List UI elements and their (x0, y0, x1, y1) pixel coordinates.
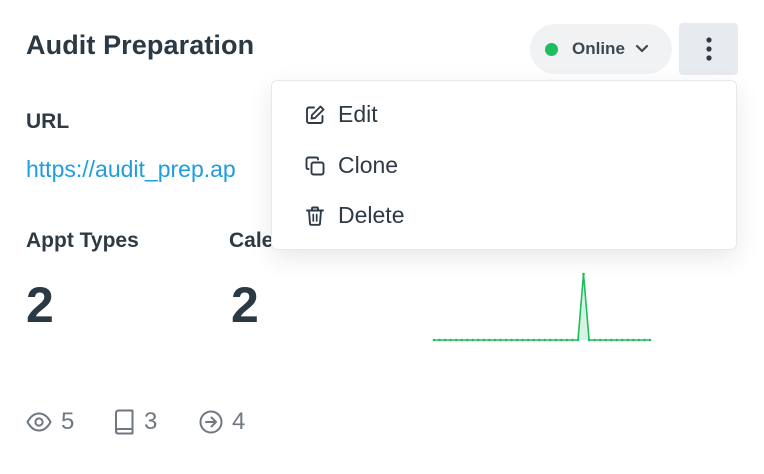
sparkline-point (582, 272, 585, 276)
sparkline-line (434, 273, 650, 341)
sparkline-point (626, 338, 630, 342)
sparkline-point (482, 338, 486, 342)
status-dot (545, 42, 558, 56)
status-label: Online (572, 39, 625, 58)
sparkline-point (565, 338, 569, 342)
trash-icon (304, 205, 326, 227)
menu-item-clone[interactable]: Clone (304, 152, 398, 179)
menu-item-label: Delete (338, 202, 405, 228)
sparkline-point (571, 338, 574, 342)
views-value: 5 (61, 408, 75, 435)
sparkline-point (499, 338, 502, 342)
menu-item-edit[interactable]: Edit (304, 101, 378, 128)
sparkline-point (460, 338, 463, 342)
activity-sparkline (432, 272, 652, 342)
arrow-circle-right-icon (199, 410, 223, 434)
sparkline-point (615, 338, 619, 342)
sparkline-point (493, 338, 497, 342)
bookings-count: 3 (113, 408, 157, 436)
sparkline-point (510, 338, 513, 342)
redirects-count: 4 (199, 408, 245, 436)
appt-types-label: Appt Types (26, 229, 139, 252)
url-link[interactable]: https://audit_prep.ap (26, 156, 286, 183)
menu-item-delete[interactable]: Delete (304, 202, 404, 229)
sparkline-point (471, 338, 475, 342)
sparkline-point (465, 338, 469, 342)
sparkline-point (549, 338, 552, 342)
sparkline-point (576, 338, 580, 342)
copy-icon (304, 155, 326, 177)
page-title: Audit Preparation (26, 30, 255, 60)
status-dropdown[interactable]: Online (530, 24, 672, 74)
sparkline-point (632, 338, 635, 342)
appt-types-value: 2 (26, 277, 54, 333)
sparkline-point (593, 338, 596, 342)
sparkline-point (643, 338, 646, 342)
sparkline-point (587, 338, 591, 342)
sparkline-point (609, 338, 613, 342)
menu-item-label: Edit (338, 101, 378, 127)
bookings-value: 3 (144, 408, 158, 435)
sparkline-point (532, 338, 535, 342)
sparkline-point (515, 338, 519, 342)
sparkline-area (434, 274, 650, 340)
sparkline-point (560, 338, 563, 342)
redirects-value: 4 (232, 408, 246, 435)
sparkline-point (454, 338, 458, 342)
sparkline-point (537, 338, 541, 342)
chevron-down-icon (635, 44, 649, 54)
sparkline-point (621, 338, 624, 342)
kebab-menu-icon (705, 37, 712, 61)
sparkline-point (648, 338, 652, 342)
menu-item-label: Clone (338, 152, 399, 178)
views-count: 5 (26, 408, 74, 436)
sparkline-point (504, 338, 508, 342)
calendars-value: 2 (231, 277, 259, 333)
sparkline-point (443, 338, 447, 342)
sparkline-point (488, 338, 491, 342)
sparkline-point (637, 338, 641, 342)
sparkline-point (526, 338, 530, 342)
calendars-label: Cale (229, 229, 274, 252)
edit-icon (304, 104, 326, 126)
sparkline-point (543, 338, 547, 342)
sparkline-point (438, 338, 441, 342)
sparkline-point (449, 338, 452, 342)
eye-icon (26, 412, 52, 432)
sparkline-point (604, 338, 607, 342)
sparkline-point (598, 338, 602, 342)
sparkline-point (432, 338, 436, 342)
sparkline-point (521, 338, 524, 342)
book-icon (113, 409, 135, 435)
more-options-button[interactable] (679, 23, 738, 75)
sparkline-point (477, 338, 480, 342)
options-menu: Edit Clone Delete (271, 80, 737, 250)
sparkline-point (554, 338, 558, 342)
url-label: URL (26, 110, 70, 133)
